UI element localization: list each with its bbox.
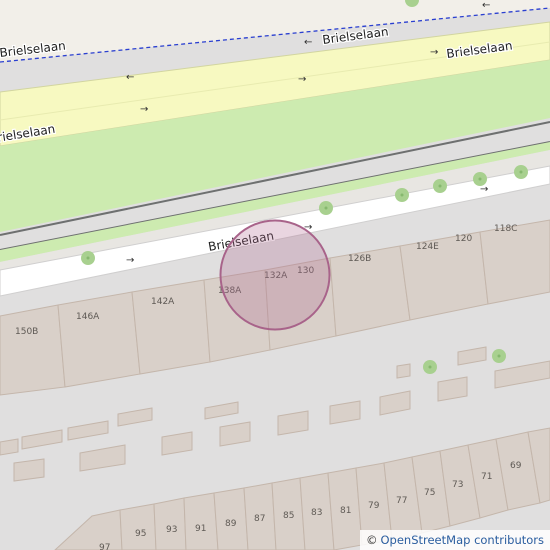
house-number: 73	[452, 480, 463, 490]
house-number: 71	[481, 472, 492, 482]
arrow-left-icon: ←	[482, 0, 490, 11]
house-number: 83	[311, 508, 322, 518]
house-number: 93	[166, 525, 177, 535]
house-number: 91	[195, 524, 206, 534]
house-number: 95	[135, 529, 146, 539]
map-canvas: ← ← → → → ← → → → Brielselaan Brielselaa…	[0, 0, 550, 550]
house-number: 89	[225, 519, 237, 529]
arrow-right-icon: →	[140, 104, 148, 115]
attribution-link[interactable]: OpenStreetMap contributors	[380, 533, 544, 547]
house-number: 69	[510, 461, 522, 471]
house-number: 142A	[151, 297, 175, 307]
house-number: 126B	[348, 254, 371, 264]
house-number: 77	[396, 496, 407, 506]
house-number: 146A	[76, 312, 100, 322]
house-number: 75	[424, 488, 435, 498]
house-number: 150B	[15, 327, 38, 337]
arrow-right-icon: →	[430, 47, 438, 58]
map-attribution: © OpenStreetMap contributors	[359, 530, 550, 550]
arrow-left-icon: ←	[304, 37, 312, 48]
building	[399, 231, 489, 321]
arrow-left-icon: ←	[126, 72, 134, 83]
map-view[interactable]: ← ← → → → ← → → → Brielselaan Brielselaa…	[0, 0, 550, 550]
location-marker[interactable]	[219, 219, 331, 331]
house-number: 79	[368, 501, 380, 511]
building	[0, 304, 66, 396]
house-number: 85	[283, 511, 294, 521]
house-number: 87	[254, 514, 265, 524]
arrow-right-icon: →	[480, 184, 488, 195]
house-number: 124E	[416, 242, 439, 252]
house-number: 118C	[494, 224, 517, 234]
building	[131, 279, 211, 375]
house-number: 97	[99, 543, 110, 550]
copyright-symbol: ©	[365, 533, 378, 547]
arrow-right-icon: →	[126, 255, 134, 266]
arrow-right-icon: →	[298, 74, 306, 85]
building	[57, 291, 141, 388]
house-number: 120	[455, 234, 472, 244]
house-number: 81	[340, 506, 351, 516]
